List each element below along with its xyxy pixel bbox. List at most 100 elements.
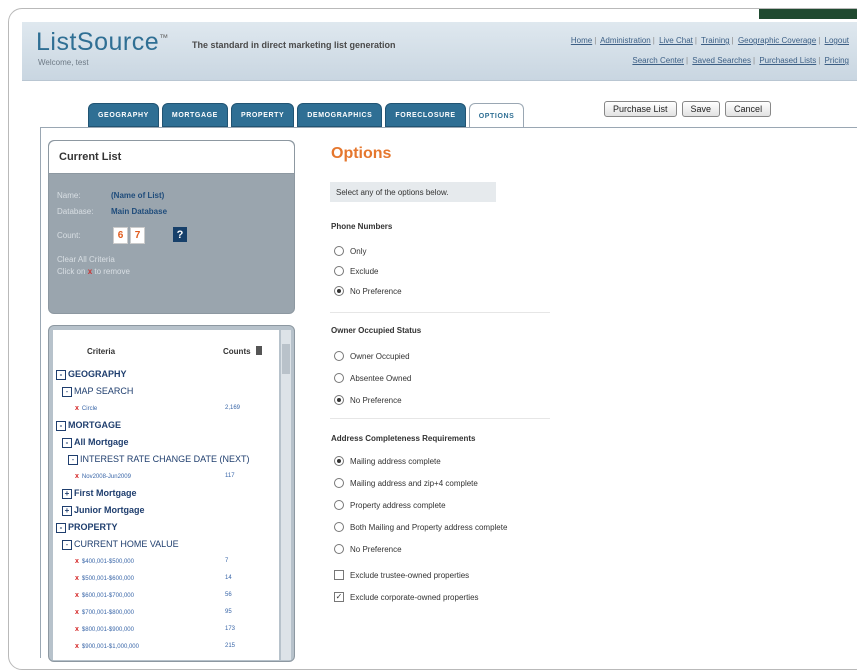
radio-button[interactable] — [334, 478, 344, 488]
radio-button[interactable] — [334, 500, 344, 510]
radio-button[interactable] — [334, 351, 344, 361]
checkbox[interactable] — [334, 570, 344, 580]
criteria-value-label: $600,001-$700,000 — [81, 593, 134, 599]
collapse-icon[interactable]: - — [62, 539, 72, 550]
criteria-group-label: Junior Mortgage — [74, 505, 145, 515]
tab-mortgage[interactable]: MORTGAGE — [161, 103, 228, 127]
remove-x-icon[interactable]: x — [75, 626, 79, 633]
top-links: Home | Administration | Live Chat | Trainin… — [570, 36, 849, 45]
remove-x-icon[interactable]: x — [75, 405, 79, 412]
link-home[interactable]: Home — [571, 36, 592, 45]
link-geographic-coverage[interactable]: Geographic Coverage — [738, 36, 816, 45]
tab-property[interactable]: PROPERTY — [230, 103, 295, 127]
criteria-list: Criteria Counts - GEOGRAPHY - MAP SEARCH x Ci… — [53, 330, 279, 660]
radio-label: Property address complete — [350, 500, 446, 510]
criteria-group-label: First Mortgage — [74, 488, 137, 498]
remove-x-icon[interactable]: x — [75, 558, 79, 565]
link-logout[interactable]: Logout — [825, 36, 849, 45]
clear-all-link[interactable]: Clear All Criteria — [57, 255, 115, 264]
count-label: Count: — [57, 231, 81, 240]
cancel-button[interactable]: Cancel — [725, 101, 772, 117]
tab-options[interactable]: OPTIONS — [468, 103, 525, 129]
criteria-value-label: $700,001-$800,000 — [81, 610, 134, 616]
phone-option[interactable]: Only — [334, 246, 366, 256]
criteria-value-label: $800,001-$900,000 — [81, 627, 134, 633]
criteria-group-label: GEOGRAPHY — [68, 369, 127, 379]
address-option[interactable]: Mailing address and zip+4 complete — [334, 478, 478, 488]
database-label: Database: — [57, 207, 94, 216]
link-saved-searches[interactable]: Saved Searches — [692, 56, 751, 65]
remove-x-icon: x — [87, 267, 93, 276]
address-option[interactable]: Property address complete — [334, 500, 446, 510]
phone-section-label: Phone Numbers — [331, 222, 393, 231]
owner-section-label: Owner Occupied Status — [331, 326, 422, 335]
name-value[interactable]: (Name of List) — [111, 191, 164, 200]
exclude-checkbox-row[interactable]: ✓ Exclude corporate-owned properties — [334, 592, 479, 602]
radio-button[interactable] — [334, 456, 344, 466]
link-purchased-lists[interactable]: Purchased Lists — [759, 56, 816, 65]
criteria-group: + Junior Mortgage — [62, 505, 145, 516]
collapse-icon[interactable]: - — [62, 386, 72, 397]
radio-label: Absentee Owned — [350, 373, 412, 383]
criteria-value: x $400,001-$500,000 7 — [75, 558, 228, 565]
purchase-list-button[interactable]: Purchase List — [604, 101, 677, 117]
tab-demographics[interactable]: DEMOGRAPHICS — [297, 103, 383, 127]
radio-label: Only — [350, 246, 367, 256]
collapse-icon[interactable]: - — [56, 420, 66, 431]
radio-button[interactable] — [334, 286, 344, 296]
criteria-group-label: All Mortgage — [74, 437, 129, 447]
criteria-value: x $900,001-$1,000,000 215 — [75, 643, 235, 650]
tab-foreclosure[interactable]: FORECLOSURE — [385, 103, 466, 127]
address-option[interactable]: Both Mailing and Property address comple… — [334, 522, 507, 532]
help-icon[interactable]: ? — [173, 227, 187, 242]
database-value[interactable]: Main Database — [111, 207, 167, 216]
remove-hint: Click on x to remove — [57, 267, 130, 276]
link-training[interactable]: Training — [701, 36, 730, 45]
expand-icon[interactable]: + — [62, 488, 72, 499]
remove-x-icon[interactable]: x — [75, 609, 79, 616]
save-button[interactable]: Save — [681, 101, 721, 117]
radio-button[interactable] — [334, 544, 344, 554]
criteria-value: x Nov2008-Jun2009 117 — [75, 473, 235, 480]
criteria-scrollbar[interactable] — [281, 330, 291, 660]
owner-option[interactable]: Owner Occupied — [334, 351, 410, 361]
remove-x-icon[interactable]: x — [75, 473, 79, 480]
tab-geography[interactable]: GEOGRAPHY — [88, 103, 159, 127]
link-administration[interactable]: Administration — [600, 36, 651, 45]
checkbox[interactable]: ✓ — [334, 592, 344, 602]
collapse-icon[interactable]: - — [62, 437, 72, 448]
link-pricing[interactable]: Pricing — [825, 56, 849, 65]
criteria-count: 95 — [225, 609, 232, 615]
criteria-value: x $800,001-$900,000 173 — [75, 626, 235, 633]
phone-option[interactable]: Exclude — [334, 266, 378, 276]
exclude-checkbox-row[interactable]: Exclude trustee-owned properties — [334, 570, 469, 580]
address-option[interactable]: No Preference — [334, 544, 402, 554]
criteria-value: x Circle 2,169 — [75, 405, 240, 412]
criteria-count: 2,169 — [225, 405, 241, 411]
phone-option[interactable]: No Preference — [334, 286, 402, 296]
name-label: Name: — [57, 191, 81, 200]
radio-button[interactable] — [334, 522, 344, 532]
remove-x-icon[interactable]: x — [75, 643, 79, 650]
link-live-chat[interactable]: Live Chat — [659, 36, 693, 45]
radio-button[interactable] — [334, 266, 344, 276]
owner-option[interactable]: No Preference — [334, 395, 402, 405]
secondary-links: Search Center | Saved Searches | Purchased… — [632, 56, 849, 65]
criteria-group-label: MORTGAGE — [68, 420, 121, 430]
collapse-icon[interactable]: - — [56, 522, 66, 533]
radio-button[interactable] — [334, 373, 344, 383]
expand-icon[interactable]: + — [62, 505, 72, 516]
divider — [330, 418, 550, 419]
criteria-value-label: $500,001-$600,000 — [81, 576, 134, 582]
remove-x-icon[interactable]: x — [75, 592, 79, 599]
collapse-icon[interactable]: - — [56, 369, 66, 380]
owner-option[interactable]: Absentee Owned — [334, 373, 411, 383]
collapse-icon[interactable]: - — [68, 454, 78, 465]
radio-button[interactable] — [334, 246, 344, 256]
link-search-center[interactable]: Search Center — [632, 56, 684, 65]
radio-button[interactable] — [334, 395, 344, 405]
counts-icon[interactable] — [256, 346, 262, 355]
criteria-group-label: CURRENT HOME VALUE — [74, 539, 179, 549]
remove-x-icon[interactable]: x — [75, 575, 79, 582]
address-option[interactable]: Mailing address complete — [334, 456, 441, 466]
